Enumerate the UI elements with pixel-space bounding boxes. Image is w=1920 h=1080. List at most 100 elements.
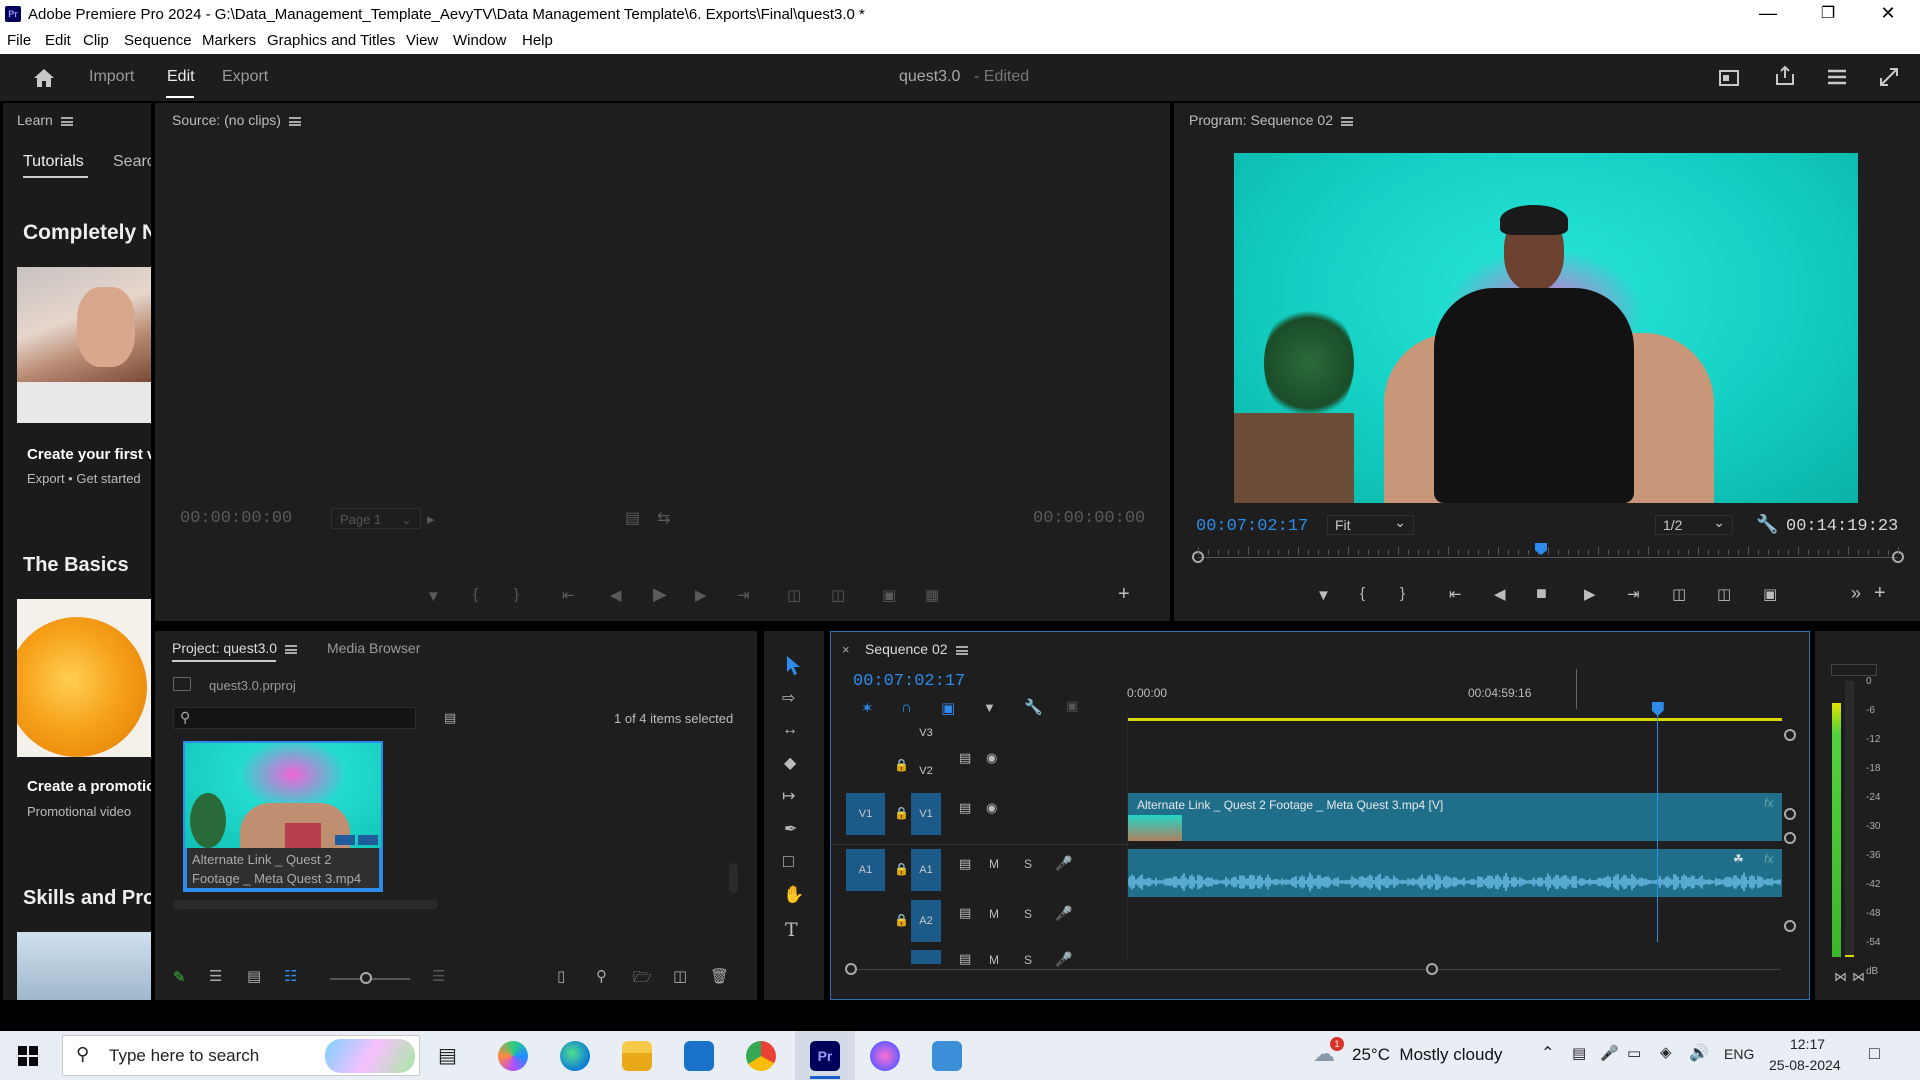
timeline-playhead[interactable] [1651,702,1664,942]
play-icon[interactable]: ▶ [653,584,667,605]
sequence-tab-label[interactable]: Sequence 02 [865,641,948,657]
share-icon[interactable] [1773,64,1797,88]
mail-icon[interactable] [684,1041,714,1071]
program-video-frame[interactable] [1234,153,1858,503]
voiceover-mic-icon[interactable]: 🎤 [1055,951,1072,968]
solo-button[interactable]: S [1024,857,1032,871]
timeline-timecode[interactable]: 00:07:02:17 [853,672,965,691]
lock-icon[interactable]: 🔒 [894,862,909,876]
voiceover-mic-icon[interactable]: 🎤 [1055,905,1072,922]
mute-button[interactable]: M [989,953,999,967]
program-scrubber[interactable] [1192,543,1910,573]
project-v-scrollbar[interactable] [729,863,738,893]
source-patch-v1[interactable]: V1 [846,793,885,835]
tab-export[interactable]: Export [222,68,268,86]
insert-clip-icon[interactable]: ◫ [787,586,801,604]
add-marker-icon[interactable]: ▼ [983,700,996,715]
menu-graphics[interactable]: Graphics and Titles [267,32,395,49]
mark-out-icon[interactable]: } [514,586,519,603]
step-forward-icon[interactable]: ▶ [1584,585,1596,603]
source-page-select[interactable]: Page 1 ⌄ [331,508,421,529]
sync-lock-icon[interactable]: ▤ [959,800,971,816]
track-a3-target[interactable] [911,950,941,964]
lock-icon[interactable]: 🔒 [894,758,909,772]
rectangle-tool-icon[interactable]: □ [783,851,794,872]
work-area-bar[interactable] [1128,718,1782,721]
h-scroll-end-handle[interactable] [1426,963,1438,975]
selection-tool-icon[interactable] [784,655,802,675]
file-explorer-icon[interactable] [622,1041,652,1071]
weather-text[interactable]: 25°C Mostly cloudy [1352,1045,1502,1065]
tab-import[interactable]: Import [89,68,134,86]
overwrite-clip-icon[interactable]: ◫ [831,586,845,604]
new-bin-icon[interactable]: 🗁 [633,967,652,992]
sync-lock-icon[interactable]: ▤ [959,750,971,766]
panel-menu-icon[interactable] [60,116,73,126]
fullscreen-icon[interactable] [1877,65,1901,89]
more-controls-icon[interactable]: » [1851,583,1861,604]
tutorial-thumbnail[interactable] [17,267,151,423]
stop-icon[interactable]: ■ [1536,583,1547,604]
edge-icon[interactable] [560,1041,590,1071]
workspaces-icon[interactable] [1825,66,1849,88]
premiere-taskbar-active[interactable]: Pr [795,1031,855,1080]
source-timecode-in[interactable]: 00:00:00:00 [180,509,292,528]
microphone-icon[interactable]: 🎤 [1600,1044,1619,1062]
new-bin-from-search-icon[interactable]: ▤ [444,710,456,726]
eye-icon[interactable]: ◉ [986,750,997,766]
add-button-icon[interactable]: + [1118,583,1130,606]
export-frame-icon[interactable]: ▤ [625,508,640,528]
clock-date[interactable]: 25-08-2024 [1769,1057,1841,1073]
notifications-icon[interactable]: □ [1869,1043,1880,1064]
go-to-in-icon[interactable]: ⇤ [562,586,575,604]
settings-icon[interactable]: ▦ [925,586,939,604]
zoom-select[interactable]: Fit ⌄ [1327,514,1414,535]
play-small-icon[interactable]: ▸ [427,510,435,528]
a-zoom-handle[interactable] [1784,832,1796,844]
panel-menu-icon[interactable] [955,645,968,655]
chrome-icon[interactable] [746,1041,776,1071]
mute-button[interactable]: M [989,907,999,921]
menu-markers[interactable]: Markers [202,32,256,49]
project-h-scrollbar[interactable] [173,900,438,909]
menu-clip[interactable]: Clip [83,32,109,49]
track-a2-target[interactable]: A2 [911,900,941,942]
learn-tab-search[interactable]: Search [113,153,151,171]
source-patch-a1[interactable]: A1 [846,849,885,891]
program-timecode[interactable]: 00:07:02:17 [1196,517,1308,536]
close-icon[interactable]: ✕ [1873,3,1903,24]
project-tab-label[interactable]: Project: quest3.0 [172,640,277,656]
source-timecode-out[interactable]: 00:00:00:00 [1033,509,1145,528]
razor-tool-icon[interactable]: ◆ [784,753,796,773]
zoom-slider-handle[interactable] [360,972,372,984]
h-scrollbar-track[interactable] [851,969,1781,970]
sync-lock-icon[interactable]: ▤ [959,856,971,872]
task-view-icon[interactable]: ▤ [438,1043,457,1068]
eye-icon[interactable]: ◉ [986,800,997,816]
new-item-icon[interactable]: ◫ [673,967,687,985]
camera-icon[interactable]: ▣ [1763,585,1777,603]
tab-edit[interactable]: Edit [167,68,195,86]
restore-icon[interactable]: ❐ [1813,3,1843,23]
learn-tab-tutorials[interactable]: Tutorials [23,153,84,171]
find-icon[interactable]: ⚲ [596,967,607,985]
nest-icon[interactable]: ✶ [861,699,874,717]
resolution-select[interactable]: 1/2 ⌄ [1655,514,1733,535]
menu-sequence[interactable]: Sequence [124,32,192,49]
menu-edit[interactable]: Edit [45,32,71,49]
wifi-icon[interactable]: ◈ [1660,1043,1672,1061]
mark-in-icon[interactable]: { [473,586,478,603]
type-tool-icon[interactable]: T [785,919,798,941]
step-back-icon[interactable]: ◀ [610,586,622,604]
windows-start-icon[interactable] [18,1046,38,1066]
panel-menu-icon[interactable] [288,116,301,126]
track-v1-target[interactable]: V1 [911,793,941,835]
home-icon[interactable] [32,67,56,89]
media-browser-tab[interactable]: Media Browser [327,640,420,656]
go-to-out-icon[interactable]: ⇥ [1627,585,1640,603]
sync-lock-icon[interactable]: ▤ [959,951,971,967]
lift-icon[interactable]: ◫ [1672,585,1686,603]
h-scroll-start-handle[interactable] [845,963,857,975]
solo-button[interactable]: S [1024,953,1032,967]
volume-icon[interactable]: 🔊 [1689,1043,1709,1063]
